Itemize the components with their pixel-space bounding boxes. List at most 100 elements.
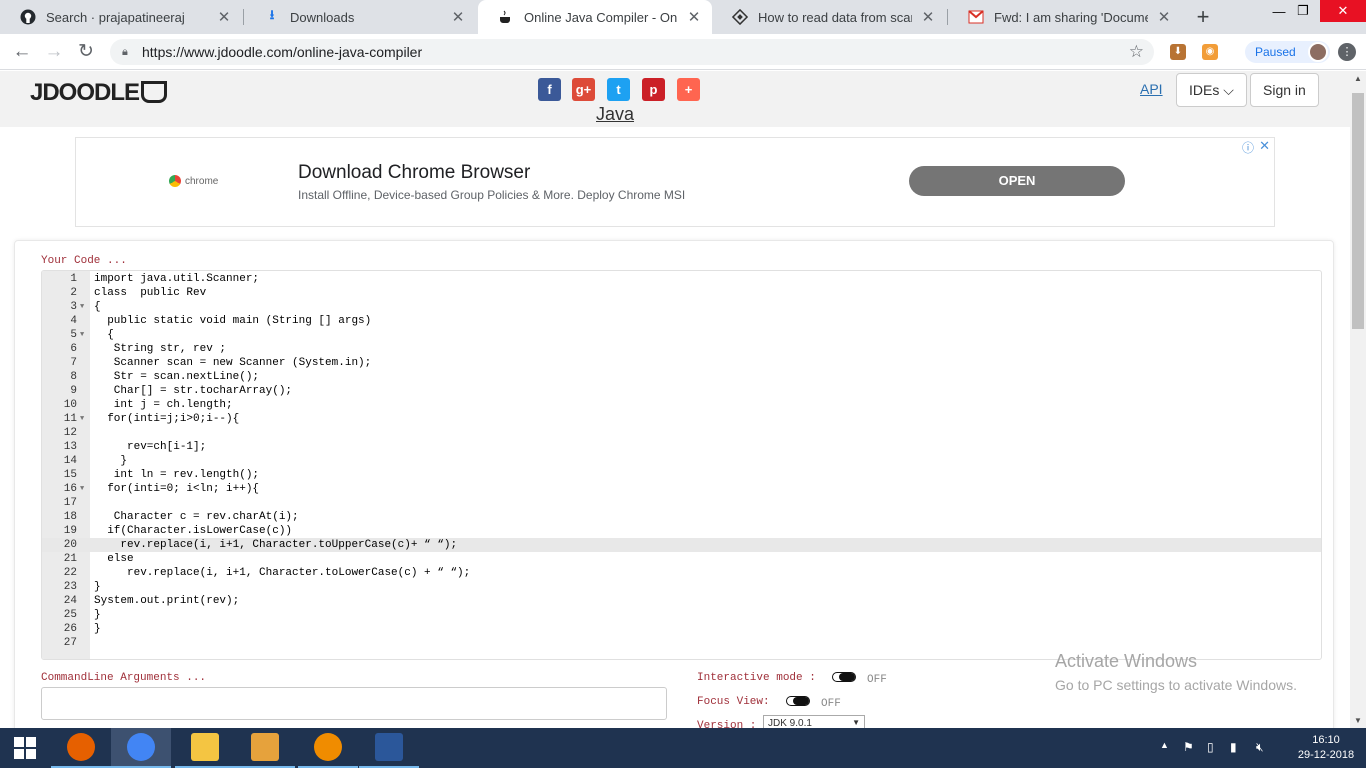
interactive-mode-toggle[interactable] — [832, 672, 856, 682]
code-line[interactable]: 24 System.out.print(rev); — [42, 594, 1321, 608]
file-explorer-app[interactable] — [175, 728, 235, 768]
interactive-mode-state: OFF — [867, 674, 887, 686]
code-line[interactable]: 16 ▼ for(inti=0; i<ln; i++){ — [42, 482, 1321, 496]
forward-icon[interactable]: → — [42, 40, 66, 64]
ad-banner[interactable]: chrome Download Chrome Browser Install O… — [75, 137, 1275, 227]
code-line[interactable]: 26} — [42, 622, 1321, 636]
tab-downloads[interactable]: ⭳ Downloads ✕ — [244, 0, 476, 34]
start-button[interactable] — [0, 728, 50, 768]
close-tab-icon[interactable]: ✕ — [216, 8, 232, 26]
focus-view-toggle[interactable] — [786, 696, 810, 706]
tab-jdoodle[interactable]: Online Java Compiler - Online Ja ✕ — [478, 0, 712, 34]
window-close-button[interactable]: ✕ — [1320, 0, 1366, 22]
ad-close-icon[interactable]: ✕ — [1259, 138, 1270, 154]
code-line[interactable]: 27 — [42, 636, 1321, 650]
page-scrollbar[interactable]: ▲ ▼ — [1350, 71, 1366, 728]
share-more-icon[interactable]: + — [677, 78, 700, 101]
code-line[interactable]: 15 int ln = rev.length(); — [42, 468, 1321, 482]
code-line[interactable]: 20 rev.replace(i, i+1, Character.toUpper… — [42, 538, 1321, 552]
facebook-icon[interactable]: f — [538, 78, 561, 101]
code-line[interactable]: 13 rev=ch[i-1]; — [42, 440, 1321, 454]
chrome-menu-icon[interactable]: ⋮ — [1338, 43, 1356, 61]
tab-github[interactable]: Search · prajapatineeraj ✕ — [0, 0, 242, 34]
fold-arrow-icon[interactable]: ▼ — [80, 412, 88, 426]
extension-shield-icon[interactable]: ◉ — [1202, 44, 1218, 60]
code-line[interactable]: 23} — [42, 580, 1321, 594]
api-link[interactable]: API — [1140, 81, 1163, 97]
code-line[interactable]: 6 String str, rev ; — [42, 342, 1321, 356]
language-title[interactable]: Java — [596, 104, 634, 125]
pinterest-icon[interactable]: p — [642, 78, 665, 101]
ides-dropdown-button[interactable]: IDEs ⌵ — [1176, 73, 1247, 107]
scroll-up-icon[interactable]: ▲ — [1350, 74, 1366, 83]
line-number: 17 — [63, 497, 77, 509]
line-number: 20 — [63, 539, 77, 551]
ad-info-icon[interactable]: ⓘ — [1242, 139, 1254, 156]
code-line[interactable]: 2 class public Rev — [42, 286, 1321, 300]
chrome-app[interactable] — [111, 728, 171, 768]
version-select[interactable]: JDK 9.0.1 ▼ — [763, 715, 865, 728]
scroll-down-icon[interactable]: ▼ — [1350, 716, 1366, 725]
line-number: 4 — [70, 315, 77, 327]
fold-arrow-icon[interactable]: ▼ — [80, 482, 88, 496]
close-tab-icon[interactable]: ✕ — [920, 8, 936, 26]
code-line[interactable]: 5 ▼ { — [42, 328, 1321, 342]
twitter-icon[interactable]: t — [607, 78, 630, 101]
scrollbar-thumb[interactable] — [1352, 93, 1364, 329]
line-number: 13 — [63, 441, 77, 453]
bookmark-star-icon[interactable]: ☆ — [1129, 42, 1144, 62]
file-explorer-icon — [191, 733, 219, 761]
code-line[interactable]: 10 int j = ch.length; — [42, 398, 1321, 412]
code-line[interactable]: 19 if(Character.isLowerCase(c)) — [42, 524, 1321, 538]
back-icon[interactable]: ← — [10, 40, 34, 64]
tray-expand-icon[interactable]: ▲ — [1160, 740, 1169, 750]
word-app[interactable] — [359, 728, 419, 768]
jdoodle-logo[interactable]: JDOODLE — [30, 79, 168, 107]
code-line[interactable]: 9 Char[] = str.tocharArray(); — [42, 384, 1321, 398]
close-tab-icon[interactable]: ✕ — [450, 8, 466, 26]
fold-arrow-icon[interactable]: ▼ — [80, 300, 88, 314]
tab-gmail[interactable]: Fwd: I am sharing 'Document (8 ✕ — [948, 0, 1182, 34]
reload-icon[interactable]: ↻ — [74, 40, 98, 64]
fold-arrow-icon[interactable]: ▼ — [80, 328, 88, 342]
ad-open-button[interactable]: OPEN — [909, 166, 1125, 196]
extension-download-icon[interactable]: ⬇ — [1170, 44, 1186, 60]
code-line[interactable]: 8 Str = scan.nextLine(); — [42, 370, 1321, 384]
chrome-icon — [127, 733, 155, 761]
code-line[interactable]: 17 — [42, 496, 1321, 510]
network-signal-icon[interactable]: ▮ — [1230, 740, 1237, 754]
tab-scanner-question[interactable]: How to read data from scanner ✕ — [712, 0, 946, 34]
line-number: 12 — [63, 427, 77, 439]
volume-icon[interactable]: 🔇︎ — [1256, 740, 1264, 755]
new-tab-button[interactable]: + — [1192, 6, 1214, 28]
code-line[interactable]: 12 — [42, 426, 1321, 440]
taskbar-clock[interactable]: 16:10 29-12-2018 — [1296, 733, 1356, 763]
code-line[interactable]: 22 rev.replace(i, i+1, Character.toLower… — [42, 566, 1321, 580]
gmail-icon — [968, 9, 984, 25]
address-bar[interactable]: 🔒︎ https://www.jdoodle.com/online-java-c… — [110, 39, 1154, 65]
code-line[interactable]: 4 public static void main (String [] arg… — [42, 314, 1321, 328]
code-line[interactable]: 18 Character c = rev.charAt(i); — [42, 510, 1321, 524]
profile-button[interactable]: Paused — [1245, 41, 1330, 63]
code-line[interactable]: 25} — [42, 608, 1321, 622]
code-line[interactable]: 3 ▼ { — [42, 300, 1321, 314]
commandline-args-input[interactable] — [41, 687, 667, 720]
battery-icon[interactable]: ▯ — [1207, 740, 1214, 754]
code-editor[interactable]: 1 import java.util.Scanner; 2 class public … — [41, 270, 1322, 660]
commandline-args-label: CommandLine Arguments ... — [41, 672, 207, 684]
code-line[interactable]: 14 } — [42, 454, 1321, 468]
media-player-app[interactable] — [235, 728, 295, 768]
firefox-app[interactable] — [51, 728, 111, 768]
vlc-app[interactable] — [298, 728, 358, 768]
code-line[interactable]: 7 Scanner scan = new Scanner (System.in)… — [42, 356, 1321, 370]
code-line[interactable]: 11 ▼ for(inti=j;i>0;i--){ — [42, 412, 1321, 426]
close-tab-icon[interactable]: ✕ — [1156, 8, 1172, 26]
ad-title[interactable]: Download Chrome Browser — [298, 162, 530, 184]
action-flag-icon[interactable]: ⚑ — [1183, 740, 1194, 754]
sign-in-button[interactable]: Sign in — [1250, 73, 1319, 107]
google-plus-icon[interactable]: g+ — [572, 78, 595, 101]
close-tab-icon[interactable]: ✕ — [686, 8, 702, 26]
code-line[interactable]: 1 import java.util.Scanner; — [42, 272, 1321, 286]
code-line[interactable]: 21 else — [42, 552, 1321, 566]
line-number: 5 — [70, 329, 77, 341]
